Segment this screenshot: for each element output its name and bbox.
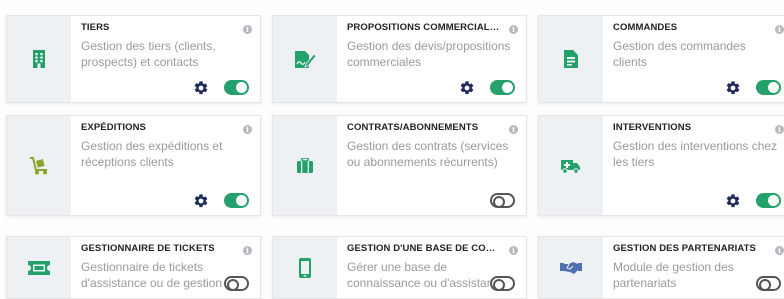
module-card: COMMANDES i Gestion des commandes clients [538,15,784,103]
ticket-icon [28,260,50,275]
ambulance-icon [561,158,581,174]
signed-document-icon [294,49,316,69]
module-title: PROPOSITIONS COMMERCIALES [347,22,500,33]
info-icon-glyph: i [778,25,781,34]
info-icon[interactable]: i [243,246,252,255]
module-card: GESTIONNAIRE DE TICKETS i Gestionnaire de … [6,236,261,299]
module-description: Gestionnaire de tickets d'assistance ou … [81,260,239,290]
module-description: Gestion des interventions chez les tiers [613,139,778,169]
module-card: GESTION DES PARTENARIATS i Module de gesti… [538,236,784,299]
module-card: EXPÉDITIONS i Gestion des expéditions et r… [6,115,261,216]
module-title: GESTION DES PARTENARIATS [613,243,756,254]
info-icon[interactable]: i [509,125,518,134]
settings-gear-icon[interactable] [459,80,475,96]
module-title: INTERVENTIONS [613,122,692,133]
module-icon-panel [539,16,603,102]
module-title: EXPÉDITIONS [81,122,146,133]
info-icon-glyph: i [246,125,249,134]
module-description: Gestion des expéditions et réceptions cl… [81,139,223,169]
module-toggle[interactable] [756,276,781,291]
mobile-icon [299,257,311,278]
module-icon-panel [7,116,71,215]
info-icon[interactable]: i [509,246,518,255]
module-toggle[interactable] [756,80,781,95]
module-title: GESTIONNAIRE DE TICKETS [81,243,215,254]
module-card: CONTRATS/ABONNEMENTS i Gestion des contrat… [272,115,527,216]
settings-gear-icon[interactable] [193,80,209,96]
module-title: GESTION D'UNE BASE DE CONNAISSANCE [347,243,500,254]
module-description: Gestion des contrats (services ou abonne… [347,139,509,169]
module-description: Gestion des commandes clients [613,39,746,69]
briefcase-icon [297,158,313,173]
module-card: TIERS i Gestion des tiers (clients, prospe… [6,15,261,103]
dolly-icon [29,156,49,175]
info-icon-glyph: i [512,25,515,34]
info-icon-glyph: i [246,25,249,34]
module-icon-panel [273,116,337,215]
info-icon[interactable]: i [243,125,252,134]
module-icon-panel [539,116,603,215]
module-description: Module de gestion des partenariats [613,260,734,290]
settings-gear-icon[interactable] [725,80,741,96]
module-toggle[interactable] [490,80,515,95]
module-icon-panel [273,16,337,102]
info-icon[interactable]: i [509,25,518,34]
handshake-icon [560,261,582,275]
module-title: COMMANDES [613,22,678,33]
info-icon[interactable]: i [775,125,784,134]
module-description: Gestion des tiers (clients, prospects) e… [81,39,216,69]
module-card: PROPOSITIONS COMMERCIALES i Gestion des de… [272,15,527,103]
module-toggle[interactable] [224,276,249,291]
module-toggle[interactable] [756,193,781,208]
info-icon[interactable]: i [775,246,784,255]
module-toggle[interactable] [224,80,249,95]
module-title: CONTRATS/ABONNEMENTS [347,122,479,133]
settings-gear-icon[interactable] [725,193,741,209]
module-title: TIERS [81,22,110,33]
module-icon-panel [7,16,71,102]
module-icon-panel [273,237,337,298]
info-icon[interactable]: i [243,25,252,34]
order-file-icon [564,50,578,68]
info-icon-glyph: i [512,125,515,134]
info-icon-glyph: i [778,246,781,255]
module-toggle[interactable] [490,276,515,291]
module-icon-panel [539,237,603,298]
module-description: Gérer une base de connaissance ou d'assi… [347,260,507,290]
module-card: INTERVENTIONS i Gestion des interventions … [538,115,784,216]
module-description: Gestion des devis/propositions commercia… [347,39,511,69]
info-icon[interactable]: i [775,25,784,34]
info-icon-glyph: i [246,246,249,255]
module-toggle[interactable] [224,193,249,208]
module-icon-panel [7,237,71,298]
module-card: GESTION D'UNE BASE DE CONNAISSANCE i Gérer… [272,236,527,299]
building-icon [32,50,46,68]
info-icon-glyph: i [512,246,515,255]
info-icon-glyph: i [778,125,781,134]
module-toggle[interactable] [490,193,515,208]
settings-gear-icon[interactable] [193,193,209,209]
